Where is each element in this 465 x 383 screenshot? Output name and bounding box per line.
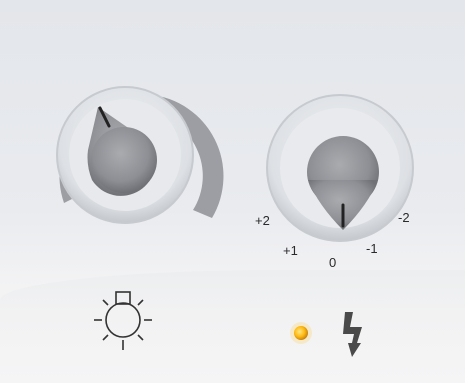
controls-drawing [56, 86, 414, 357]
selector-label-minus-1: -1 [366, 241, 378, 256]
lightning-bolt-icon [343, 312, 362, 357]
light-bulb-icon [94, 291, 152, 350]
selector-label-0: 0 [329, 255, 337, 270]
selector-label-plus-2: +2 [255, 213, 270, 228]
selector-label-plus-1: +1 [283, 243, 298, 258]
selector-label-minus-2: -2 [398, 210, 410, 225]
